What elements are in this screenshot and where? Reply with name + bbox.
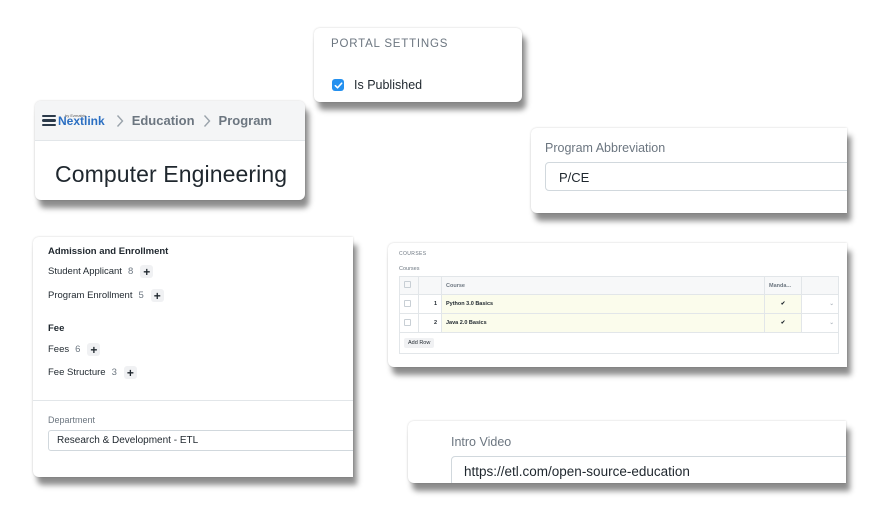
intro-video-label: Intro Video xyxy=(451,435,512,449)
page-header-card: Nextlink by Ezmatrix Education Program C… xyxy=(35,101,305,200)
group-title-admission: Admission and Enrollment xyxy=(48,246,169,257)
is-published-label: Is Published xyxy=(354,78,423,92)
link-program-enrollment[interactable]: Program Enrollment 5 + xyxy=(48,289,164,303)
department-field[interactable]: Research & Development - ETL xyxy=(48,430,353,451)
page-title: Computer Engineering xyxy=(55,161,288,187)
link-count: 6 xyxy=(75,344,81,355)
breadcrumb-program[interactable]: Program xyxy=(219,113,272,128)
program-abbreviation-field[interactable]: P/CE xyxy=(545,162,847,191)
section-divider xyxy=(33,400,353,401)
select-all-checkbox[interactable] xyxy=(404,281,411,288)
breadcrumb: Nextlink by Ezmatrix Education Program xyxy=(35,101,305,141)
table-header-row: Course Manda... xyxy=(399,276,839,295)
row-checkbox[interactable] xyxy=(404,318,411,326)
link-fees[interactable]: Fees 6 + xyxy=(48,343,101,357)
portal-settings-card: PORTAL SETTINGS Is Published xyxy=(314,28,522,102)
row-chevron-down-icon[interactable]: ⌄ xyxy=(801,294,839,314)
breadcrumb-education[interactable]: Education xyxy=(132,113,195,128)
link-label[interactable]: Program Enrollment xyxy=(48,290,132,301)
table-footer-cell: Add Row xyxy=(399,332,839,354)
row-index: 2 xyxy=(418,313,442,333)
connections-card: Admission and Enrollment Student Applica… xyxy=(33,237,353,477)
link-fee-structure[interactable]: Fee Structure 3 + xyxy=(48,366,137,380)
intro-video-field[interactable]: https://etl.com/open-source-education xyxy=(451,456,846,483)
chevron-right-icon xyxy=(203,114,211,128)
add-fee-structure-button[interactable]: + xyxy=(123,366,137,380)
course-cell[interactable]: Python 3.0 Basics xyxy=(441,294,765,314)
courses-card: COURSES Courses Course Manda... 1 Python… xyxy=(388,243,847,367)
mandatory-cell[interactable]: ✔ xyxy=(764,313,802,333)
row-select-cell[interactable] xyxy=(399,313,419,333)
link-label[interactable]: Student Applicant xyxy=(48,266,122,277)
intro-video-card: Intro Video https://etl.com/open-source-… xyxy=(408,421,846,483)
courses-table: Course Manda... 1 Python 3.0 Basics ✔ ⌄ … xyxy=(399,276,839,354)
department-label: Department xyxy=(48,415,96,425)
program-abbreviation-label: Program Abbreviation xyxy=(545,141,666,155)
logo-mark-icon xyxy=(42,114,56,127)
courses-label: Courses xyxy=(399,266,420,272)
link-label[interactable]: Fees xyxy=(48,344,69,355)
mandatory-cell[interactable]: ✔ xyxy=(764,294,802,314)
add-program-enrollment-button[interactable]: + xyxy=(150,289,164,303)
index-header xyxy=(418,276,442,295)
row-index: 1 xyxy=(418,294,442,314)
link-count: 8 xyxy=(127,266,134,277)
row-chevron-down-icon[interactable]: ⌄ xyxy=(801,313,839,333)
is-published-checkbox[interactable] xyxy=(332,79,344,91)
add-row-button[interactable]: Add Row xyxy=(404,338,435,348)
link-count: 5 xyxy=(138,290,144,301)
actions-header xyxy=(801,276,839,295)
is-published-row[interactable]: Is Published xyxy=(332,78,422,92)
table-row[interactable]: 2 Java 2.0 Basics ✔ ⌄ xyxy=(399,313,839,333)
link-student-applicant[interactable]: Student Applicant 8 + xyxy=(48,265,154,279)
table-row[interactable]: 1 Python 3.0 Basics ✔ ⌄ xyxy=(399,294,839,314)
add-fees-button[interactable]: + xyxy=(87,343,101,357)
chevron-right-icon xyxy=(116,114,124,128)
group-title-fee: Fee xyxy=(48,323,65,334)
table-footer-row: Add Row xyxy=(399,332,839,354)
program-abbreviation-card: Program Abbreviation P/CE xyxy=(531,128,847,213)
app-logo[interactable]: Nextlink by Ezmatrix xyxy=(42,113,105,127)
select-all-cell[interactable] xyxy=(399,276,419,295)
courses-section-title: COURSES xyxy=(399,251,427,257)
row-select-cell[interactable] xyxy=(399,294,419,314)
link-label[interactable]: Fee Structure xyxy=(48,367,106,378)
link-count: 3 xyxy=(111,367,117,378)
add-student-applicant-button[interactable]: + xyxy=(140,265,154,279)
logo-subtext: by Ezmatrix xyxy=(65,113,86,118)
check-icon xyxy=(334,81,342,89)
portal-settings-title: PORTAL SETTINGS xyxy=(331,38,449,50)
mandatory-column-header: Manda... xyxy=(764,276,802,295)
row-checkbox[interactable] xyxy=(404,299,411,307)
course-column-header: Course xyxy=(441,276,765,295)
course-cell[interactable]: Java 2.0 Basics xyxy=(441,313,765,333)
